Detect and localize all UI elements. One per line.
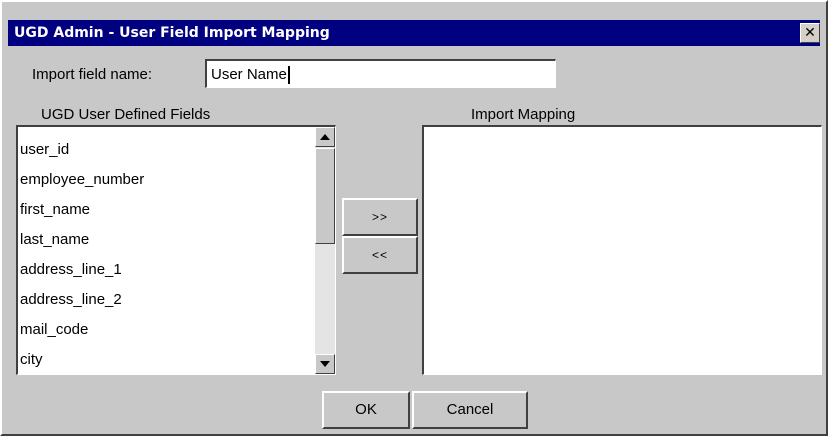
scroll-thumb[interactable] xyxy=(315,148,335,244)
import-field-value: User Name xyxy=(211,66,287,83)
import-mapping-list[interactable] xyxy=(422,125,822,375)
list-item[interactable]: address_line_1 xyxy=(20,255,314,285)
title-bar[interactable]: UGD Admin - User Field Import Mapping ✕ xyxy=(8,20,820,46)
list-item[interactable]: mail_code xyxy=(20,315,314,345)
arrow-down-icon xyxy=(320,361,330,367)
ok-button[interactable]: OK xyxy=(322,391,410,429)
add-mapping-button[interactable]: >> xyxy=(342,198,418,236)
scroll-down-button[interactable] xyxy=(315,354,335,374)
dialog-window: UGD Admin - User Field Import Mapping ✕ … xyxy=(0,0,828,436)
import-field-label: Import field name: xyxy=(32,66,153,83)
remove-mapping-button[interactable]: << xyxy=(342,236,418,274)
cancel-button[interactable]: Cancel xyxy=(412,391,528,429)
import-mapping-header: Import Mapping xyxy=(471,106,576,123)
list-item[interactable]: first_name xyxy=(20,195,314,225)
list-item[interactable]: last_name xyxy=(20,225,314,255)
close-button[interactable]: ✕ xyxy=(800,23,820,43)
arrow-up-icon xyxy=(320,134,330,140)
user-defined-fields-list[interactable]: user_id employee_number first_name last_… xyxy=(16,125,336,375)
list-item[interactable]: address_line_2 xyxy=(20,285,314,315)
list-item[interactable]: city xyxy=(20,345,314,374)
list-item[interactable]: user_id xyxy=(20,135,314,165)
list-items-container: user_id employee_number first_name last_… xyxy=(20,135,314,374)
close-icon: ✕ xyxy=(804,25,816,41)
window-title: UGD Admin - User Field Import Mapping xyxy=(14,25,330,41)
text-caret xyxy=(287,66,290,85)
scroll-up-button[interactable] xyxy=(315,127,335,147)
import-field-name-input[interactable]: User Name xyxy=(205,59,556,88)
list-item[interactable]: employee_number xyxy=(20,165,314,195)
user-defined-fields-header: UGD User Defined Fields xyxy=(41,106,211,123)
vertical-scrollbar[interactable] xyxy=(315,127,335,374)
